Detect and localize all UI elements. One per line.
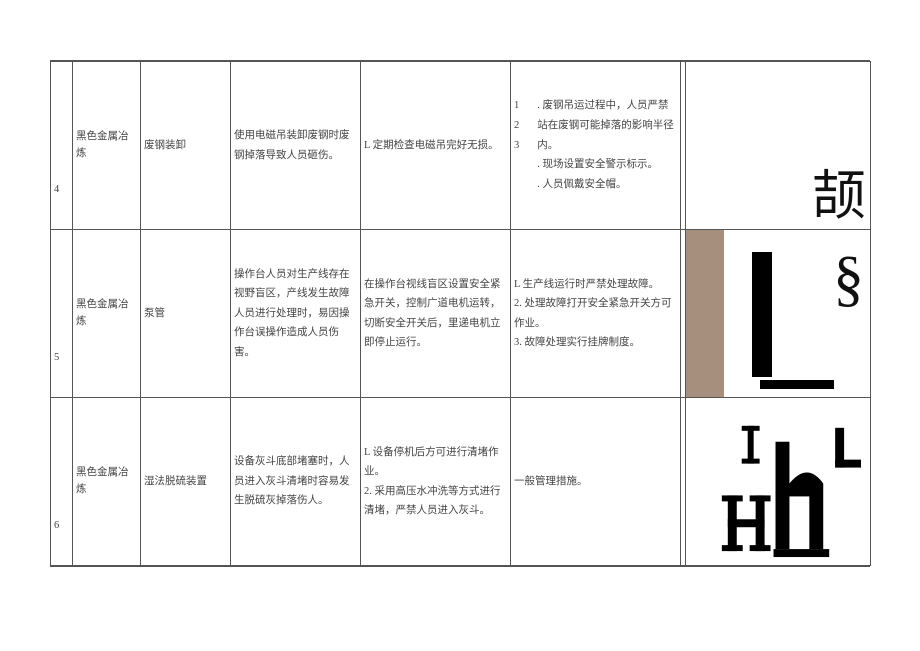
measure-cell: 在操作台视线盲区设置安全紧急开关，控制广道电机运转，切断安全开关后，里递电机立即… bbox=[361, 230, 511, 398]
abstract-glyph-icon bbox=[686, 398, 870, 565]
category-cell: 黑色金属冶炼 bbox=[73, 62, 141, 230]
black-bar-icon bbox=[752, 252, 772, 377]
risk-cell: 操作台人员对生产线存在视野盲区，产线发生故障人员进行处理时，易因操作台误操作造成… bbox=[231, 230, 361, 398]
list-text: . 人员佩戴安全帽。 bbox=[537, 175, 677, 195]
management-cell: 一般管理措施。 bbox=[511, 398, 681, 566]
risk-cell: 设备灰斗底部堵塞时，人员进入灰斗清堵时容易发生脱硫灰掉落伤人。 bbox=[231, 398, 361, 566]
list-num: 3 bbox=[514, 136, 519, 156]
list-text: . 废钢吊运过程中，人员严禁站在废钢可能掉落的影响半径内。 bbox=[537, 96, 677, 156]
figure-cell bbox=[686, 398, 871, 566]
row-index: 5 bbox=[51, 230, 73, 398]
management-cell: 1 2 3 . 废钢吊运过程中，人员严禁站在废钢可能掉落的影响半径内。 . 现场… bbox=[511, 62, 681, 230]
table-row: 5 黑色金属冶炼 泵管 操作台人员对生产线存在视野盲区，产线发生故障人员进行处理… bbox=[51, 230, 871, 398]
glyph-icon: 颉 bbox=[812, 169, 866, 223]
section-sign-icon: § bbox=[833, 248, 864, 310]
row-index: 4 bbox=[51, 62, 73, 230]
category-cell: 黑色金属冶炼 bbox=[73, 398, 141, 566]
list-num: 2 bbox=[514, 116, 519, 136]
risk-cell: 使用电磁吊装卸废钢时废钢掉落导致人员砸伤。 bbox=[231, 62, 361, 230]
list-num: 1 bbox=[514, 96, 519, 116]
management-cell: L 生产线运行时严禁处理故障。 2. 处理故障打开安全紧急开关方可作业。 3. … bbox=[511, 230, 681, 398]
measure-cell: L 定期检查电磁吊完好无损。 bbox=[361, 62, 511, 230]
measure-cell: L 设备停机后方可进行清堵作业。 2. 采用高压水冲洗等方式进行清堵，严禁人员进… bbox=[361, 398, 511, 566]
table-row: 4 黑色金属冶炼 废钢装卸 使用电磁吊装卸废钢时废钢掉落导致人员砸伤。 L 定期… bbox=[51, 62, 871, 230]
point-cell: 湿法脱硫装置 bbox=[141, 398, 231, 566]
underline-icon bbox=[760, 380, 834, 389]
point-cell: 泵管 bbox=[141, 230, 231, 398]
figure-cell: § bbox=[686, 230, 871, 398]
point-cell: 废钢装卸 bbox=[141, 62, 231, 230]
brown-bar-icon bbox=[686, 230, 724, 397]
figure-cell: 颉 bbox=[686, 62, 871, 230]
list-text: . 现场设置安全警示标示。 bbox=[537, 155, 677, 175]
row-index: 6 bbox=[51, 398, 73, 566]
safety-table: 4 黑色金属冶炼 废钢装卸 使用电磁吊装卸废钢时废钢掉落导致人员砸伤。 L 定期… bbox=[50, 60, 870, 567]
category-cell: 黑色金属冶炼 bbox=[73, 230, 141, 398]
table-row: 6 黑色金属冶炼 湿法脱硫装置 设备灰斗底部堵塞时，人员进入灰斗清堵时容易发生脱… bbox=[51, 398, 871, 566]
